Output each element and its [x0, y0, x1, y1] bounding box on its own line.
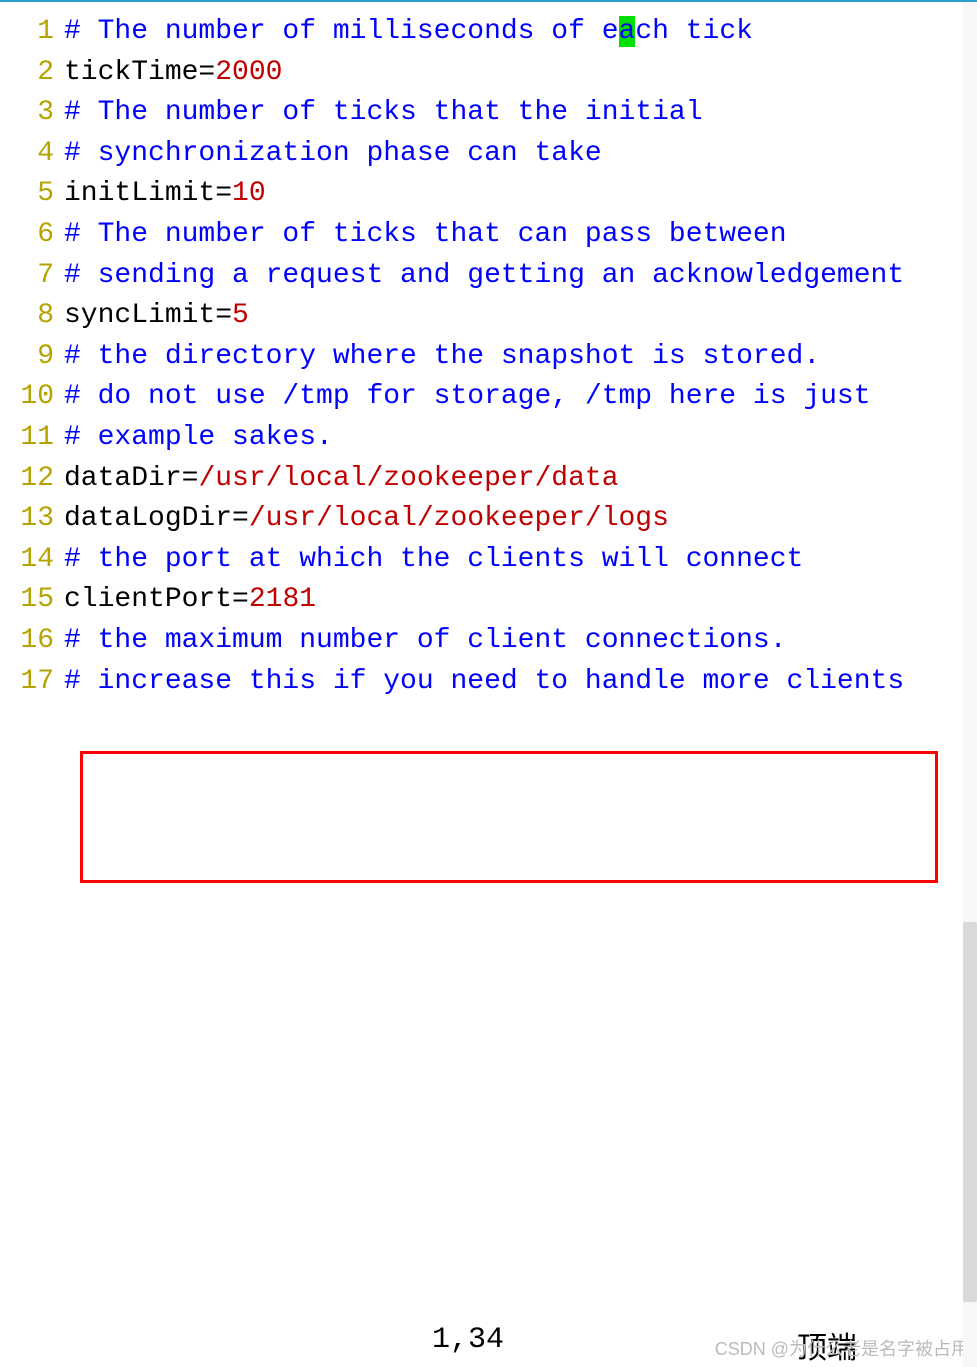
- token: =: [232, 584, 249, 615]
- code-line[interactable]: 17# increase this if you need to handle …: [8, 662, 969, 703]
- code-content[interactable]: # increase this if you need to handle mo…: [64, 662, 969, 703]
- code-content[interactable]: dataLogDir=/usr/local/zookeeper/logs: [64, 499, 969, 540]
- token: # The number of ticks that the initial: [64, 97, 703, 128]
- code-line[interactable]: 4# synchronization phase can take: [8, 134, 969, 175]
- token: # increase this if you need to handle mo…: [64, 666, 904, 697]
- code-content[interactable]: # The number of ticks that can pass betw…: [64, 215, 969, 256]
- code-line[interactable]: 13dataLogDir=/usr/local/zookeeper/logs: [8, 499, 969, 540]
- token: # the maximum number of client connectio…: [64, 625, 787, 656]
- code-line[interactable]: 3# The number of ticks that the initial: [8, 93, 969, 134]
- token: # the directory where the snapshot is st…: [64, 341, 820, 372]
- token: initLimit: [64, 178, 215, 209]
- code-line[interactable]: 5initLimit=10: [8, 174, 969, 215]
- line-number: 5: [8, 174, 64, 215]
- token: # do not use /tmp for storage, /tmp here…: [64, 381, 871, 412]
- token: /usr/local/zookeeper/logs: [249, 503, 669, 534]
- code-content[interactable]: # the maximum number of client connectio…: [64, 621, 969, 662]
- code-line[interactable]: 10# do not use /tmp for storage, /tmp he…: [8, 377, 969, 418]
- token: =: [232, 503, 249, 534]
- line-number: 2: [8, 53, 64, 94]
- token: =: [215, 300, 232, 331]
- code-content[interactable]: syncLimit=5: [64, 296, 969, 337]
- token: # synchronization phase can take: [64, 138, 602, 169]
- code-content[interactable]: # synchronization phase can take: [64, 134, 969, 175]
- code-line[interactable]: 6# The number of ticks that can pass bet…: [8, 215, 969, 256]
- token: clientPort: [64, 584, 232, 615]
- code-content[interactable]: # do not use /tmp for storage, /tmp here…: [64, 377, 969, 418]
- token: /usr/local/zookeeper/data: [198, 463, 618, 494]
- line-number: 16: [8, 621, 64, 662]
- highlight-box: [80, 751, 938, 883]
- token: 2000: [215, 57, 282, 88]
- line-number: 14: [8, 540, 64, 581]
- code-content[interactable]: # the directory where the snapshot is st…: [64, 337, 969, 378]
- token: # The number of ticks that can pass betw…: [64, 219, 787, 250]
- cursor-position: 1,34: [432, 1323, 504, 1357]
- token: =: [198, 57, 215, 88]
- code-content[interactable]: clientPort=2181: [64, 580, 969, 621]
- line-number: 3: [8, 93, 64, 134]
- code-line[interactable]: 14# the port at which the clients will c…: [8, 540, 969, 581]
- line-number: 1: [8, 12, 64, 53]
- code-content[interactable]: # The number of ticks that the initial: [64, 93, 969, 134]
- code-content[interactable]: # example sakes.: [64, 418, 969, 459]
- line-number: 12: [8, 459, 64, 500]
- line-number: 13: [8, 499, 64, 540]
- line-number: 17: [8, 662, 64, 703]
- line-number: 8: [8, 296, 64, 337]
- code-content[interactable]: tickTime=2000: [64, 53, 969, 94]
- code-line[interactable]: 1# The number of milliseconds of each ti…: [8, 12, 969, 53]
- line-number: 4: [8, 134, 64, 175]
- code-line[interactable]: 12dataDir=/usr/local/zookeeper/data: [8, 459, 969, 500]
- line-number: 15: [8, 580, 64, 621]
- token: # sending a request and getting an ackno…: [64, 260, 904, 291]
- code-editor[interactable]: 1# The number of milliseconds of each ti…: [0, 2, 977, 702]
- code-content[interactable]: # the port at which the clients will con…: [64, 540, 969, 581]
- line-number: 6: [8, 215, 64, 256]
- token: ch tick: [635, 16, 753, 47]
- token: a: [619, 16, 636, 47]
- token: 5: [232, 300, 249, 331]
- code-line[interactable]: 11# example sakes.: [8, 418, 969, 459]
- line-number: 9: [8, 337, 64, 378]
- line-number: 11: [8, 418, 64, 459]
- code-line[interactable]: 15clientPort=2181: [8, 580, 969, 621]
- code-line[interactable]: 8syncLimit=5: [8, 296, 969, 337]
- scrollbar-track[interactable]: [963, 2, 977, 1367]
- token: tickTime: [64, 57, 198, 88]
- code-line[interactable]: 2tickTime=2000: [8, 53, 969, 94]
- code-line[interactable]: 16# the maximum number of client connect…: [8, 621, 969, 662]
- scrollbar-thumb[interactable]: [963, 922, 977, 1302]
- line-number: 10: [8, 377, 64, 418]
- code-line[interactable]: 7# sending a request and getting an ackn…: [8, 256, 969, 297]
- line-number: 7: [8, 256, 64, 297]
- code-content[interactable]: # sending a request and getting an ackno…: [64, 256, 969, 297]
- watermark: CSDN @为什么老是名字被占用: [715, 1335, 969, 1361]
- token: syncLimit: [64, 300, 215, 331]
- code-content[interactable]: initLimit=10: [64, 174, 969, 215]
- token: =: [215, 178, 232, 209]
- token: # The number of milliseconds of e: [64, 16, 619, 47]
- token: 2181: [249, 584, 316, 615]
- token: # example sakes.: [64, 422, 333, 453]
- token: # the port at which the clients will con…: [64, 544, 803, 575]
- code-content[interactable]: dataDir=/usr/local/zookeeper/data: [64, 459, 969, 500]
- token: =: [182, 463, 199, 494]
- token: dataDir: [64, 463, 182, 494]
- code-line[interactable]: 9# the directory where the snapshot is s…: [8, 337, 969, 378]
- code-content[interactable]: # The number of milliseconds of each tic…: [64, 12, 969, 53]
- token: 10: [232, 178, 266, 209]
- token: dataLogDir: [64, 503, 232, 534]
